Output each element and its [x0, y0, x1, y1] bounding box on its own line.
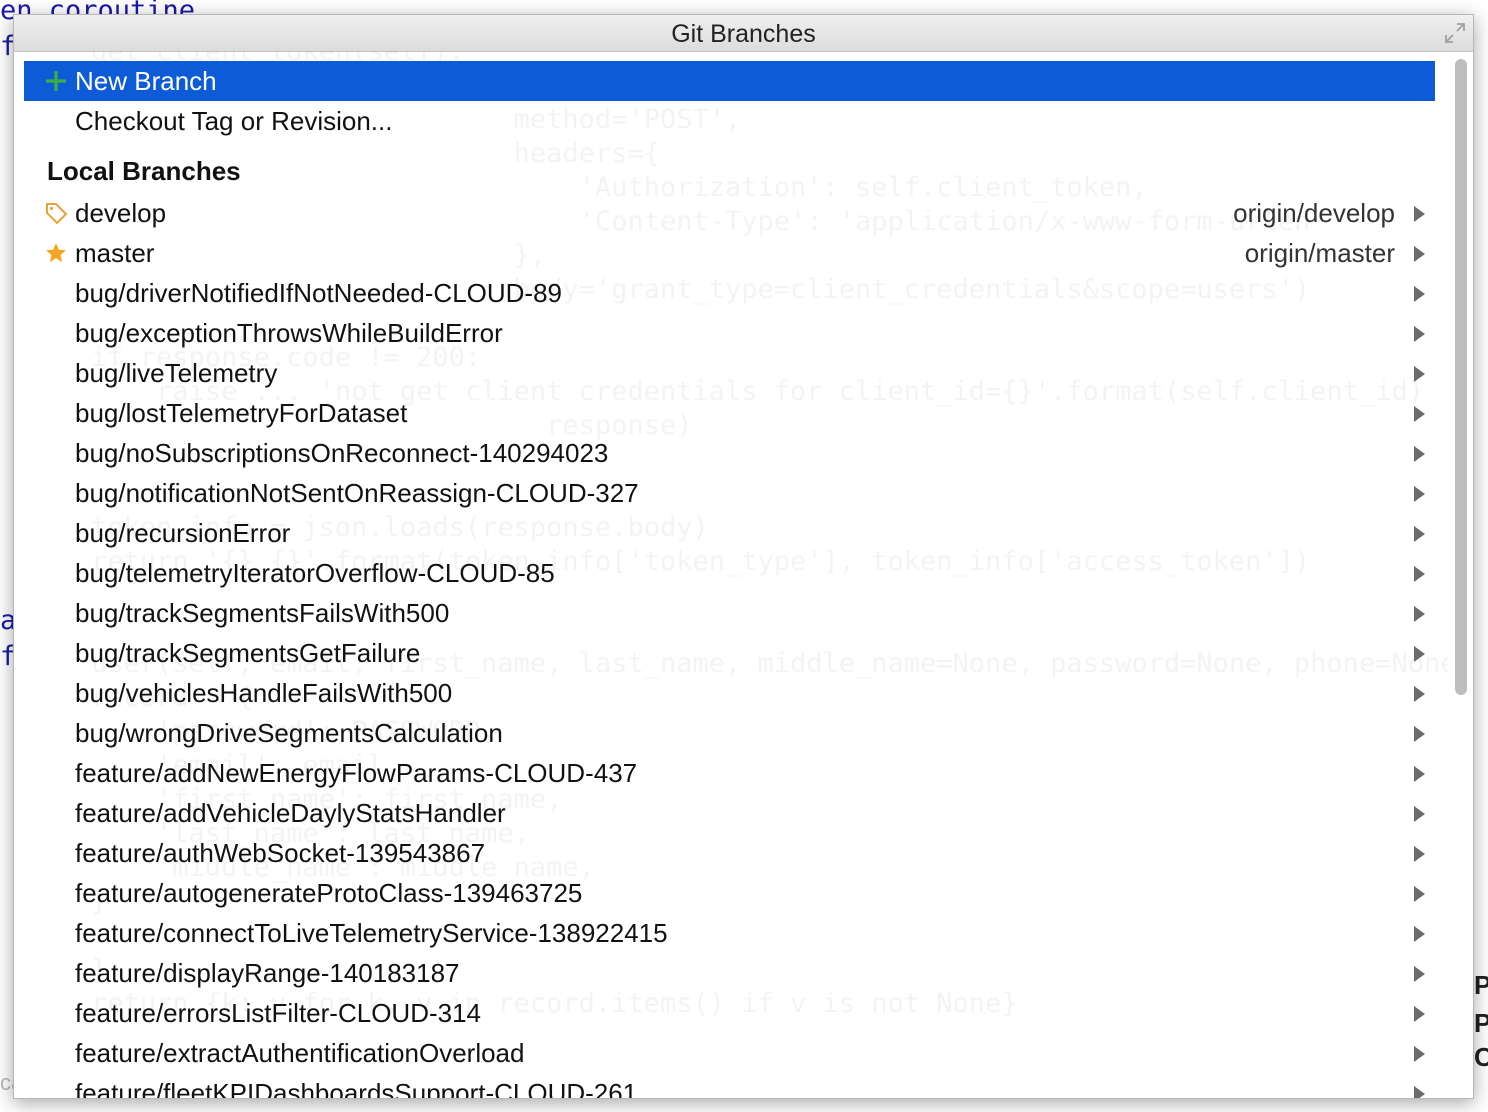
submenu-arrow-icon[interactable] [1414, 926, 1425, 942]
branch-item[interactable]: feature/displayRange-140183187 [24, 953, 1435, 993]
branch-name: bug/notificationNotSentOnReassign-CLOUD-… [75, 478, 639, 508]
branch-name: feature/errorsListFilter-CLOUD-314 [75, 998, 482, 1028]
tracked-remote-branch: origin/master [1244, 238, 1395, 268]
branch-item[interactable]: bug/liveTelemetry [24, 353, 1435, 393]
submenu-arrow-icon[interactable] [1414, 686, 1425, 702]
submenu-arrow-icon[interactable] [1414, 286, 1425, 302]
branch-item[interactable]: feature/connectToLiveTelemetryService-13… [24, 913, 1435, 953]
resize-icon[interactable] [1443, 21, 1467, 45]
branch-name: bug/telemetryIteratorOverflow-CLOUD-85 [75, 558, 555, 588]
branch-name: feature/extractAuthentificationOverload [75, 1038, 525, 1068]
scrollbar[interactable] [1453, 59, 1467, 1089]
submenu-arrow-icon[interactable] [1414, 766, 1425, 782]
branch-item[interactable]: bug/recursionError [24, 513, 1435, 553]
branch-item[interactable]: bug/lostTelemetryForDataset [24, 393, 1435, 433]
submenu-arrow-icon[interactable] [1414, 406, 1425, 422]
branch-item[interactable]: bug/exceptionThrowsWhileBuildError [24, 313, 1435, 353]
tag-icon [46, 203, 68, 225]
action-label: New Branch [75, 66, 217, 96]
branch-item[interactable]: feature/fleetKPIDashboardsSupport-CLOUD-… [24, 1073, 1435, 1098]
branch-item[interactable]: feature/extractAuthentificationOverload [24, 1033, 1435, 1073]
submenu-arrow-icon[interactable] [1414, 246, 1425, 262]
branch-name: bug/vehiclesHandleFailsWith500 [75, 678, 453, 708]
submenu-arrow-icon[interactable] [1414, 966, 1425, 982]
git-branches-popup: Git Branches get_client_token(self): r =… [13, 14, 1474, 1099]
scrollbar-thumb[interactable] [1455, 59, 1467, 695]
submenu-arrow-icon[interactable] [1414, 566, 1425, 582]
branch-name: bug/liveTelemetry [75, 358, 278, 388]
submenu-arrow-icon[interactable] [1414, 1046, 1425, 1062]
submenu-arrow-icon[interactable] [1414, 326, 1425, 342]
submenu-arrow-icon[interactable] [1414, 486, 1425, 502]
submenu-arrow-icon[interactable] [1414, 366, 1425, 382]
branch-name: feature/addNewEnergyFlowParams-CLOUD-437 [75, 758, 638, 788]
branch-item[interactable]: feature/authWebSocket-139543867 [24, 833, 1435, 873]
popup-title: Git Branches [671, 20, 816, 48]
branch-item[interactable]: bug/noSubscriptionsOnReconnect-140294023 [24, 433, 1435, 473]
branch-item[interactable]: feature/autogenerateProtoClass-139463725 [24, 873, 1435, 913]
submenu-arrow-icon[interactable] [1414, 206, 1425, 222]
branch-item[interactable]: bug/telemetryIteratorOverflow-CLOUD-85 [24, 553, 1435, 593]
branch-name: feature/displayRange-140183187 [75, 958, 460, 988]
submenu-arrow-icon[interactable] [1414, 1006, 1425, 1022]
branch-item[interactable]: feature/addVehicleDaylyStatsHandler [24, 793, 1435, 833]
side-panel-text: P [1474, 970, 1488, 1000]
submenu-arrow-icon[interactable] [1414, 726, 1425, 742]
side-panel-text: P [1474, 1008, 1488, 1038]
branch-name: bug/driverNotifiedIfNotNeeded-CLOUD-89 [75, 278, 563, 308]
branch-item[interactable]: bug/wrongDriveSegmentsCalculation [24, 713, 1435, 753]
branch-name: feature/connectToLiveTelemetryService-13… [75, 918, 668, 948]
branch-item[interactable]: feature/errorsListFilter-CLOUD-314 [24, 993, 1435, 1033]
branch-name: master [75, 238, 155, 268]
side-panel-text: C [1474, 1042, 1488, 1072]
branch-name: bug/lostTelemetryForDataset [75, 398, 408, 428]
branch-name: bug/wrongDriveSegmentsCalculation [75, 718, 503, 748]
action-label: Checkout Tag or Revision... [75, 106, 393, 136]
submenu-arrow-icon[interactable] [1414, 446, 1425, 462]
branch-name: feature/fleetKPIDashboardsSupport-CLOUD-… [75, 1078, 638, 1098]
submenu-arrow-icon[interactable] [1414, 646, 1425, 662]
branch-name: develop [75, 198, 167, 228]
branch-list: get_client_token(self): r = yield self.o… [14, 51, 1448, 1098]
branch-name: bug/recursionError [75, 518, 291, 548]
branch-name: bug/trackSegmentsFailsWith500 [75, 598, 450, 628]
branch-item[interactable]: bug/notificationNotSentOnReassign-CLOUD-… [24, 473, 1435, 513]
branch-name: feature/addVehicleDaylyStatsHandler [75, 798, 506, 828]
branch-name: feature/authWebSocket-139543867 [75, 838, 486, 868]
checkout-tag-action[interactable]: Checkout Tag or Revision... [24, 101, 1435, 141]
branch-item[interactable]: develop origin/develop [24, 193, 1435, 233]
branch-item[interactable]: bug/trackSegmentsGetFailure [24, 633, 1435, 673]
submenu-arrow-icon[interactable] [1414, 606, 1425, 622]
tracked-remote-branch: origin/develop [1233, 198, 1395, 228]
branch-item[interactable]: bug/vehiclesHandleFailsWith500 [24, 673, 1435, 713]
submenu-arrow-icon[interactable] [1414, 526, 1425, 542]
submenu-arrow-icon[interactable] [1414, 846, 1425, 862]
branch-item[interactable]: master origin/master [24, 233, 1435, 273]
branch-name: bug/trackSegmentsGetFailure [75, 638, 421, 668]
star-icon [46, 243, 66, 262]
popup-titlebar[interactable]: Git Branches [14, 15, 1473, 52]
new-branch-action[interactable]: New Branch [24, 61, 1435, 101]
branch-item[interactable]: bug/driverNotifiedIfNotNeeded-CLOUD-89 [24, 273, 1435, 313]
branch-item[interactable]: bug/trackSegmentsFailsWith500 [24, 593, 1435, 633]
branch-item[interactable]: feature/addNewEnergyFlowParams-CLOUD-437 [24, 753, 1435, 793]
branch-name: bug/noSubscriptionsOnReconnect-140294023 [75, 438, 609, 468]
branch-name: bug/exceptionThrowsWhileBuildError [75, 318, 503, 348]
submenu-arrow-icon[interactable] [1414, 1086, 1425, 1098]
submenu-arrow-icon[interactable] [1414, 886, 1425, 902]
branch-name: feature/autogenerateProtoClass-139463725 [75, 878, 583, 908]
local-branches-header: Local Branches [47, 156, 241, 186]
submenu-arrow-icon[interactable] [1414, 806, 1425, 822]
plus-icon [46, 71, 66, 91]
